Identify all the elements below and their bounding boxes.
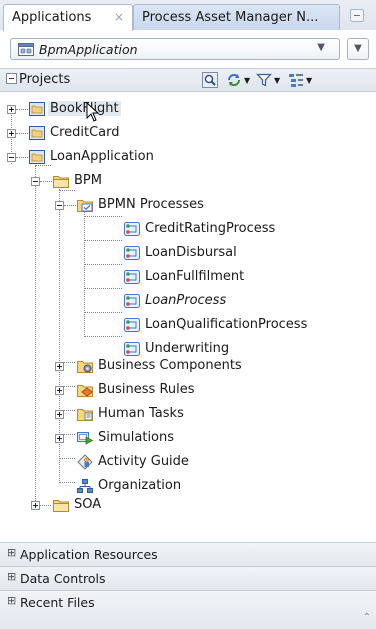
filter-icon[interactable] — [256, 72, 272, 88]
application-menu-button[interactable]: ▼ — [347, 38, 369, 60]
tree-node-label: Business Components — [98, 358, 242, 373]
collapse-bpm-icon[interactable] — [31, 177, 40, 186]
tree-node-label: LoanQualificationProcess — [145, 317, 308, 332]
tab-bar: Applications × Process Asset Manager N..… — [0, 0, 376, 31]
tree-node-label: Underwriting — [145, 341, 230, 356]
process-icon — [124, 222, 140, 236]
scroll-up-icon[interactable]: ⌃ — [363, 612, 371, 623]
collapse-bpmn-processes-icon[interactable] — [55, 201, 64, 210]
collapse-projects-icon[interactable] — [6, 73, 17, 84]
tree-node-label: Activity Guide — [98, 454, 189, 469]
tree-node-label: BPM — [74, 173, 102, 188]
projects-panel-title: Projects — [19, 72, 71, 87]
application-icon — [18, 43, 34, 56]
minimize-panel-icon[interactable] — [350, 9, 364, 22]
application-selector-row: BpmApplication ▼ ▼ — [0, 30, 376, 68]
expand-simulations-icon[interactable] — [55, 434, 64, 443]
close-icon[interactable]: × — [114, 10, 124, 24]
tab-applications-label: Applications — [12, 10, 92, 25]
simulations-icon — [77, 432, 93, 445]
tree-node-label: CreditRatingProcess — [145, 221, 276, 236]
filter-dropdown-icon[interactable]: ▼ — [274, 76, 280, 85]
tree-node-label: LoanProcess — [145, 293, 227, 308]
tree-node-label: Business Rules — [98, 382, 195, 397]
processes-folder-icon — [77, 200, 93, 212]
process-icon — [124, 270, 140, 284]
folder-icon — [53, 176, 69, 188]
process-icon — [124, 294, 140, 308]
working-sets-icon[interactable] — [288, 72, 304, 88]
folder-icon — [53, 500, 69, 512]
tree-node-label: Human Tasks — [98, 406, 184, 421]
application-resources-label: Application Resources — [20, 547, 158, 562]
collapse-loanapplication-icon[interactable] — [7, 153, 16, 162]
application-resources-panel[interactable]: ⊞ Application Resources — [0, 542, 376, 566]
application-selector-value: BpmApplication — [39, 42, 138, 57]
human-tasks-icon — [77, 409, 93, 421]
chevron-down-icon: ▼ — [317, 42, 325, 53]
tree-node-label: LoanApplication — [50, 149, 154, 164]
sync-icon[interactable] — [226, 72, 242, 88]
expand-panel-icon[interactable]: ⊞ — [7, 546, 16, 559]
tab-applications[interactable]: Applications × — [3, 4, 133, 31]
mouse-cursor-icon — [86, 102, 100, 122]
tree-node-label: CreditCard — [50, 125, 120, 140]
activity-guide-icon — [77, 454, 93, 470]
expand-panel-icon[interactable]: ⊞ — [7, 594, 16, 607]
process-icon — [124, 342, 140, 356]
tree-node-label: Organization — [98, 478, 182, 493]
project-folder-icon — [29, 126, 45, 140]
expand-human-tasks-icon[interactable] — [55, 410, 64, 419]
expand-business-rules-icon[interactable] — [55, 386, 64, 395]
process-icon — [124, 246, 140, 260]
tree-node-label: BPMN Processes — [98, 197, 204, 212]
zoom-icon[interactable] — [202, 72, 218, 88]
process-icon — [124, 318, 140, 332]
recent-files-label: Recent Files — [20, 595, 95, 610]
tree-node-label: BookFlight — [48, 101, 121, 116]
expand-panel-icon[interactable]: ⊞ — [7, 570, 16, 583]
expand-business-components-icon[interactable] — [55, 362, 64, 371]
recent-files-panel[interactable]: ⊞ Recent Files — [0, 590, 376, 629]
tab-process-asset-manager-label: Process Asset Manager N... — [142, 10, 319, 25]
sync-dropdown-icon[interactable]: ▼ — [244, 76, 250, 85]
tree-node-label: LoanDisbursal — [145, 245, 237, 260]
business-components-icon — [77, 361, 93, 373]
application-selector[interactable]: BpmApplication ▼ — [10, 38, 340, 60]
expand-creditcard-icon[interactable] — [7, 129, 16, 138]
organization-icon — [77, 479, 93, 493]
project-folder-icon — [29, 102, 45, 116]
project-folder-icon — [29, 150, 45, 164]
projects-panel-header[interactable]: Projects ▼ ▼ ▼ — [0, 68, 376, 92]
tree-node-label: LoanFullfilment — [145, 269, 245, 284]
project-tree: BookFlight CreditCard LoanApplication BP… — [0, 92, 376, 532]
business-rules-icon — [77, 385, 93, 397]
tab-process-asset-manager[interactable]: Process Asset Manager N... — [133, 4, 340, 30]
expand-bookflight-icon[interactable] — [7, 105, 16, 114]
data-controls-panel[interactable]: ⊞ Data Controls — [0, 566, 376, 590]
tree-node-label: Simulations — [98, 430, 175, 445]
expand-soa-icon[interactable] — [31, 501, 40, 510]
tree-node-label: SOA — [74, 497, 102, 512]
data-controls-label: Data Controls — [20, 571, 106, 586]
working-sets-dropdown-icon[interactable]: ▼ — [306, 76, 312, 85]
